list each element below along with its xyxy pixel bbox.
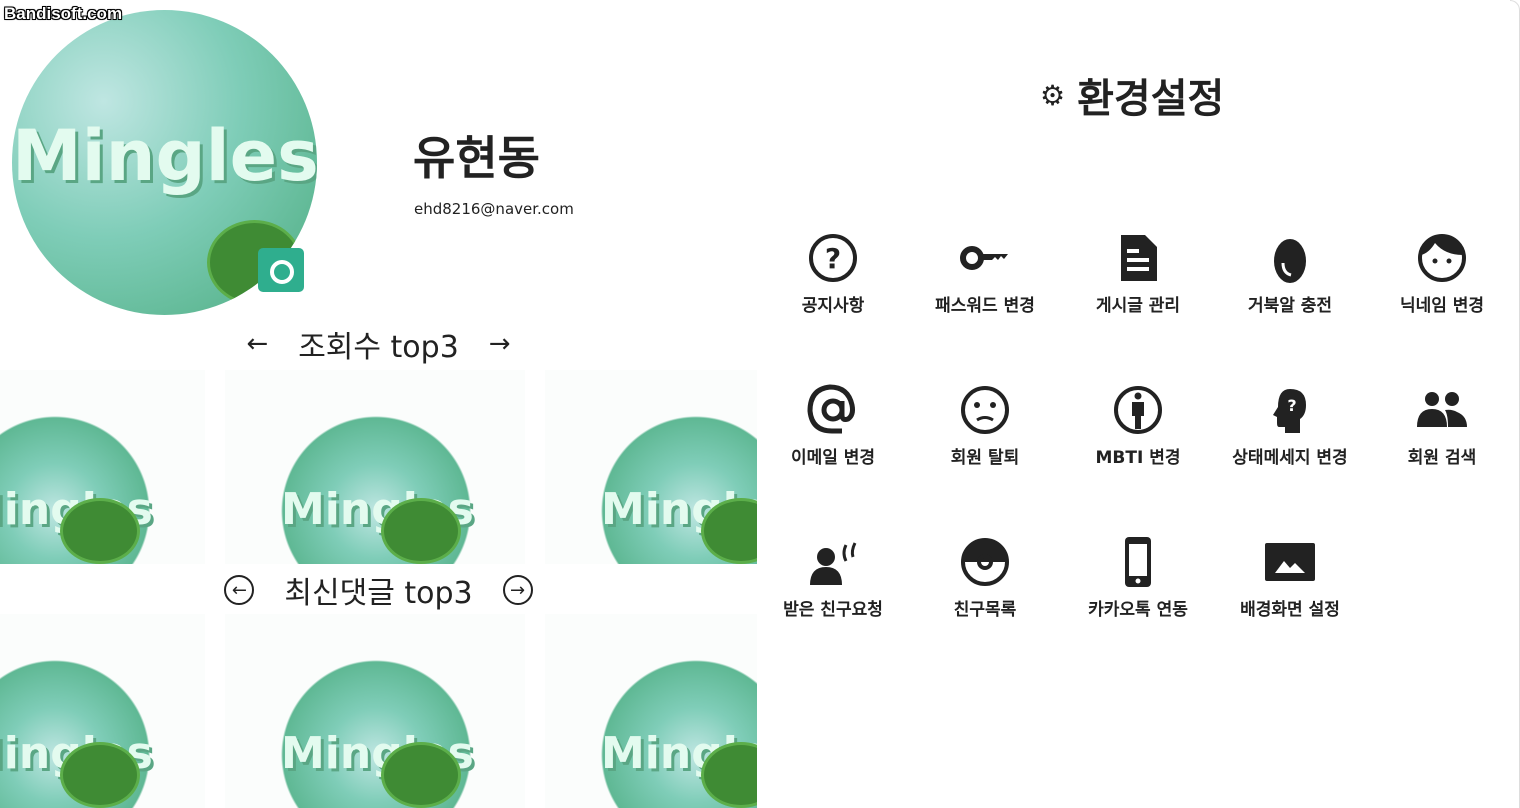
svg-text:?: ?: [1287, 396, 1296, 415]
prev-circle-arrow-icon[interactable]: ←: [224, 575, 255, 605]
logo-text: Mingles: [12, 115, 317, 197]
camera-add-icon[interactable]: [258, 248, 304, 292]
settings-item-8[interactable]: MBTI 변경: [1063, 383, 1213, 468]
turtle-image: [701, 742, 757, 808]
settings-item-label: 닉네임 변경: [1399, 296, 1485, 316]
turtle-image: [60, 498, 140, 564]
post-card[interactable]: Mingles: [225, 370, 525, 564]
phone-icon: [1125, 537, 1151, 587]
profile-name: 유현동: [413, 131, 540, 185]
settings-item-label: 게시글 관리: [1095, 296, 1181, 316]
settings-item-label: 배경화면 설정: [1240, 600, 1340, 620]
watermark: Bandisoft.com: [4, 4, 123, 23]
settings-item-12[interactable]: 친구목록: [910, 535, 1060, 620]
svg-text:?: ?: [825, 242, 841, 275]
settings-item-label: 카카오톡 연동: [1088, 600, 1188, 620]
post-card[interactable]: Mingles: [0, 614, 205, 808]
next-arrow-icon[interactable]: →: [489, 329, 511, 359]
face-icon: [1418, 234, 1466, 282]
post-card[interactable]: Mingles: [0, 370, 205, 564]
sad-face-icon: [961, 386, 1009, 434]
pokeball-icon: [961, 538, 1009, 586]
post-card[interactable]: Mingles: [545, 370, 757, 564]
gear-icon: ⚙: [1040, 78, 1066, 112]
settings-item-4[interactable]: 거북알 충전: [1215, 231, 1365, 316]
settings-item-label: 회원 검색: [1407, 448, 1477, 468]
turtle-image: [381, 498, 461, 564]
settings-item-1[interactable]: ? 공지사항: [758, 231, 908, 316]
settings-item-label: 상태메세지 변경: [1232, 448, 1348, 468]
profile-email: ehd8216@naver.com: [414, 200, 574, 218]
panel-border: [1510, 0, 1520, 808]
views-top3-title: 조회수 top3: [298, 330, 459, 365]
settings-item-14[interactable]: 배경화면 설정: [1215, 535, 1365, 620]
turtle-image: [60, 742, 140, 808]
settings-item-label: 거북알 충전: [1247, 296, 1333, 316]
turtle-image: [381, 742, 461, 808]
settings-item-5[interactable]: 닉네임 변경: [1367, 231, 1517, 316]
next-circle-arrow-icon[interactable]: →: [502, 575, 533, 605]
at-icon: [807, 384, 855, 434]
settings-item-2[interactable]: 패스워드 변경: [910, 231, 1060, 316]
settings-item-label: 친구목록: [953, 600, 1017, 620]
settings-item-7[interactable]: 회원 탈퇴: [910, 383, 1060, 468]
image-icon: [1265, 543, 1315, 581]
settings-item-label: 이메일 변경: [790, 448, 876, 468]
views-top3-row: Mingles Mingles Mingles: [0, 370, 757, 564]
info-person-icon: [1114, 386, 1162, 434]
logo-text: Mingles: [601, 484, 794, 535]
settings-item-11[interactable]: 받은 친구요청: [758, 535, 908, 620]
views-top3-header: ← 조회수 top3 →: [0, 322, 757, 366]
settings-item-label: 패스워드 변경: [935, 296, 1035, 316]
egg-icon: [1274, 239, 1306, 283]
question-circle-icon: ?: [809, 234, 857, 282]
head-question-icon: ?: [1273, 389, 1306, 433]
settings-item-label: 회원 탈퇴: [950, 448, 1020, 468]
settings-item-13[interactable]: 카카오톡 연동: [1063, 535, 1213, 620]
comments-top3-row: Mingles Mingles Mingles: [0, 614, 757, 808]
comments-top3-header: ← 최신댓글 top3 →: [0, 568, 757, 612]
settings-title-text: 환경설정: [1077, 76, 1225, 122]
settings-item-label: 공지사항: [801, 296, 865, 316]
logo-text: Mingles: [601, 728, 794, 779]
settings-item-10[interactable]: 회원 검색: [1367, 383, 1517, 468]
comments-top3-title: 최신댓글 top3: [284, 576, 473, 611]
person-voice-icon: [810, 542, 857, 585]
post-card[interactable]: Mingles: [225, 614, 525, 808]
settings-item-label: MBTI 변경: [1095, 448, 1181, 468]
settings-item-9[interactable]: ? 상태메세지 변경: [1215, 383, 1365, 468]
post-card[interactable]: Mingles: [545, 614, 757, 808]
settings-item-3[interactable]: 게시글 관리: [1063, 231, 1213, 316]
settings-item-6[interactable]: 이메일 변경: [758, 383, 908, 468]
document-icon: [1121, 235, 1157, 281]
settings-title: ⚙ 환경설정: [1040, 66, 1224, 124]
prev-arrow-icon[interactable]: ←: [246, 329, 268, 359]
key-icon: [960, 246, 1008, 270]
people-icon: [1417, 392, 1467, 427]
settings-item-label: 받은 친구요청: [783, 600, 883, 620]
